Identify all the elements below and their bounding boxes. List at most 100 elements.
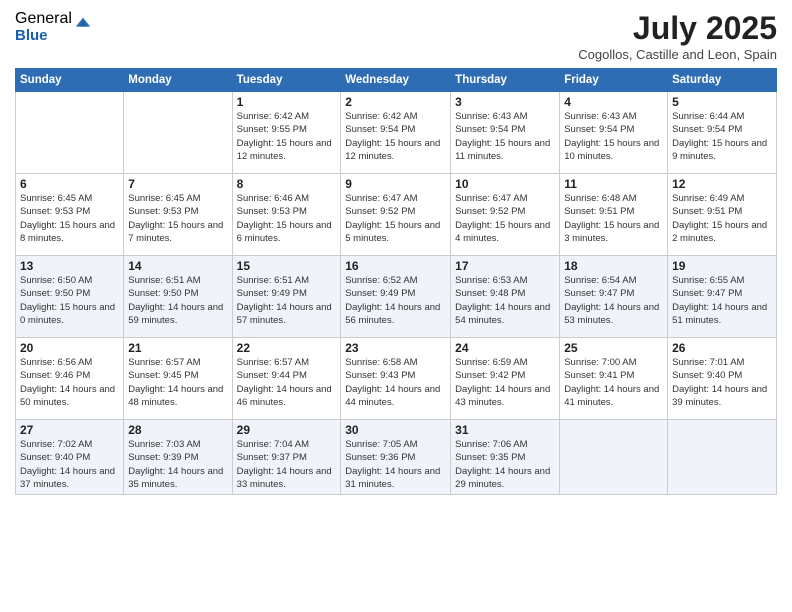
day-info: Sunrise: 6:44 AM Sunset: 9:54 PM Dayligh… (672, 110, 772, 163)
day-number: 29 (237, 423, 337, 437)
day-info: Sunrise: 6:45 AM Sunset: 9:53 PM Dayligh… (128, 192, 227, 245)
logo-icon (74, 14, 92, 32)
logo-blue: Blue (15, 28, 72, 45)
table-row (124, 92, 232, 174)
title-block: July 2025 Cogollos, Castille and Leon, S… (578, 10, 777, 62)
day-number: 27 (20, 423, 119, 437)
main-title: July 2025 (578, 10, 777, 47)
day-info: Sunrise: 6:57 AM Sunset: 9:44 PM Dayligh… (237, 356, 337, 409)
day-number: 16 (345, 259, 446, 273)
col-tuesday: Tuesday (232, 69, 341, 92)
day-number: 31 (455, 423, 555, 437)
table-row: 25Sunrise: 7:00 AM Sunset: 9:41 PM Dayli… (560, 338, 668, 420)
day-info: Sunrise: 6:46 AM Sunset: 9:53 PM Dayligh… (237, 192, 337, 245)
day-number: 24 (455, 341, 555, 355)
day-number: 10 (455, 177, 555, 191)
table-row: 3Sunrise: 6:43 AM Sunset: 9:54 PM Daylig… (451, 92, 560, 174)
table-row: 24Sunrise: 6:59 AM Sunset: 9:42 PM Dayli… (451, 338, 560, 420)
table-row: 19Sunrise: 6:55 AM Sunset: 9:47 PM Dayli… (668, 256, 777, 338)
table-row: 6Sunrise: 6:45 AM Sunset: 9:53 PM Daylig… (16, 174, 124, 256)
day-number: 2 (345, 95, 446, 109)
day-info: Sunrise: 6:47 AM Sunset: 9:52 PM Dayligh… (455, 192, 555, 245)
logo: General Blue (15, 10, 92, 44)
day-number: 11 (564, 177, 663, 191)
table-row: 5Sunrise: 6:44 AM Sunset: 9:54 PM Daylig… (668, 92, 777, 174)
calendar-week-row: 20Sunrise: 6:56 AM Sunset: 9:46 PM Dayli… (16, 338, 777, 420)
day-info: Sunrise: 6:52 AM Sunset: 9:49 PM Dayligh… (345, 274, 446, 327)
table-row: 23Sunrise: 6:58 AM Sunset: 9:43 PM Dayli… (341, 338, 451, 420)
day-number: 23 (345, 341, 446, 355)
day-info: Sunrise: 6:58 AM Sunset: 9:43 PM Dayligh… (345, 356, 446, 409)
table-row: 13Sunrise: 6:50 AM Sunset: 9:50 PM Dayli… (16, 256, 124, 338)
day-info: Sunrise: 7:02 AM Sunset: 9:40 PM Dayligh… (20, 438, 119, 491)
table-row: 14Sunrise: 6:51 AM Sunset: 9:50 PM Dayli… (124, 256, 232, 338)
table-row: 26Sunrise: 7:01 AM Sunset: 9:40 PM Dayli… (668, 338, 777, 420)
table-row: 1Sunrise: 6:42 AM Sunset: 9:55 PM Daylig… (232, 92, 341, 174)
table-row (16, 92, 124, 174)
table-row (560, 420, 668, 495)
day-number: 26 (672, 341, 772, 355)
day-info: Sunrise: 6:59 AM Sunset: 9:42 PM Dayligh… (455, 356, 555, 409)
day-info: Sunrise: 6:43 AM Sunset: 9:54 PM Dayligh… (564, 110, 663, 163)
table-row: 10Sunrise: 6:47 AM Sunset: 9:52 PM Dayli… (451, 174, 560, 256)
day-number: 28 (128, 423, 227, 437)
table-row: 31Sunrise: 7:06 AM Sunset: 9:35 PM Dayli… (451, 420, 560, 495)
day-info: Sunrise: 6:54 AM Sunset: 9:47 PM Dayligh… (564, 274, 663, 327)
col-thursday: Thursday (451, 69, 560, 92)
day-number: 20 (20, 341, 119, 355)
table-row: 21Sunrise: 6:57 AM Sunset: 9:45 PM Dayli… (124, 338, 232, 420)
day-info: Sunrise: 7:04 AM Sunset: 9:37 PM Dayligh… (237, 438, 337, 491)
table-row (668, 420, 777, 495)
day-number: 22 (237, 341, 337, 355)
day-number: 17 (455, 259, 555, 273)
day-info: Sunrise: 6:51 AM Sunset: 9:49 PM Dayligh… (237, 274, 337, 327)
page: General Blue July 2025 Cogollos, Castill… (0, 0, 792, 612)
day-number: 4 (564, 95, 663, 109)
day-number: 19 (672, 259, 772, 273)
calendar-week-row: 1Sunrise: 6:42 AM Sunset: 9:55 PM Daylig… (16, 92, 777, 174)
table-row: 16Sunrise: 6:52 AM Sunset: 9:49 PM Dayli… (341, 256, 451, 338)
day-info: Sunrise: 6:45 AM Sunset: 9:53 PM Dayligh… (20, 192, 119, 245)
day-number: 21 (128, 341, 227, 355)
calendar-week-row: 13Sunrise: 6:50 AM Sunset: 9:50 PM Dayli… (16, 256, 777, 338)
table-row: 8Sunrise: 6:46 AM Sunset: 9:53 PM Daylig… (232, 174, 341, 256)
header: General Blue July 2025 Cogollos, Castill… (15, 10, 777, 62)
day-number: 8 (237, 177, 337, 191)
table-row: 20Sunrise: 6:56 AM Sunset: 9:46 PM Dayli… (16, 338, 124, 420)
calendar-week-row: 6Sunrise: 6:45 AM Sunset: 9:53 PM Daylig… (16, 174, 777, 256)
logo-text: General Blue (15, 10, 72, 44)
col-sunday: Sunday (16, 69, 124, 92)
table-row: 29Sunrise: 7:04 AM Sunset: 9:37 PM Dayli… (232, 420, 341, 495)
day-number: 18 (564, 259, 663, 273)
calendar-table: Sunday Monday Tuesday Wednesday Thursday… (15, 68, 777, 495)
day-info: Sunrise: 6:57 AM Sunset: 9:45 PM Dayligh… (128, 356, 227, 409)
table-row: 27Sunrise: 7:02 AM Sunset: 9:40 PM Dayli… (16, 420, 124, 495)
day-info: Sunrise: 6:56 AM Sunset: 9:46 PM Dayligh… (20, 356, 119, 409)
day-number: 3 (455, 95, 555, 109)
table-row: 2Sunrise: 6:42 AM Sunset: 9:54 PM Daylig… (341, 92, 451, 174)
logo-general: General (15, 10, 72, 28)
table-row: 7Sunrise: 6:45 AM Sunset: 9:53 PM Daylig… (124, 174, 232, 256)
day-number: 12 (672, 177, 772, 191)
table-row: 22Sunrise: 6:57 AM Sunset: 9:44 PM Dayli… (232, 338, 341, 420)
day-info: Sunrise: 6:42 AM Sunset: 9:55 PM Dayligh… (237, 110, 337, 163)
day-info: Sunrise: 6:50 AM Sunset: 9:50 PM Dayligh… (20, 274, 119, 327)
day-number: 15 (237, 259, 337, 273)
table-row: 12Sunrise: 6:49 AM Sunset: 9:51 PM Dayli… (668, 174, 777, 256)
table-row: 15Sunrise: 6:51 AM Sunset: 9:49 PM Dayli… (232, 256, 341, 338)
col-saturday: Saturday (668, 69, 777, 92)
table-row: 28Sunrise: 7:03 AM Sunset: 9:39 PM Dayli… (124, 420, 232, 495)
header-row: Sunday Monday Tuesday Wednesday Thursday… (16, 69, 777, 92)
day-info: Sunrise: 7:00 AM Sunset: 9:41 PM Dayligh… (564, 356, 663, 409)
day-number: 5 (672, 95, 772, 109)
calendar-week-row: 27Sunrise: 7:02 AM Sunset: 9:40 PM Dayli… (16, 420, 777, 495)
day-number: 13 (20, 259, 119, 273)
day-info: Sunrise: 6:48 AM Sunset: 9:51 PM Dayligh… (564, 192, 663, 245)
table-row: 18Sunrise: 6:54 AM Sunset: 9:47 PM Dayli… (560, 256, 668, 338)
day-number: 1 (237, 95, 337, 109)
day-info: Sunrise: 7:05 AM Sunset: 9:36 PM Dayligh… (345, 438, 446, 491)
day-number: 30 (345, 423, 446, 437)
table-row: 11Sunrise: 6:48 AM Sunset: 9:51 PM Dayli… (560, 174, 668, 256)
day-info: Sunrise: 6:42 AM Sunset: 9:54 PM Dayligh… (345, 110, 446, 163)
day-number: 7 (128, 177, 227, 191)
